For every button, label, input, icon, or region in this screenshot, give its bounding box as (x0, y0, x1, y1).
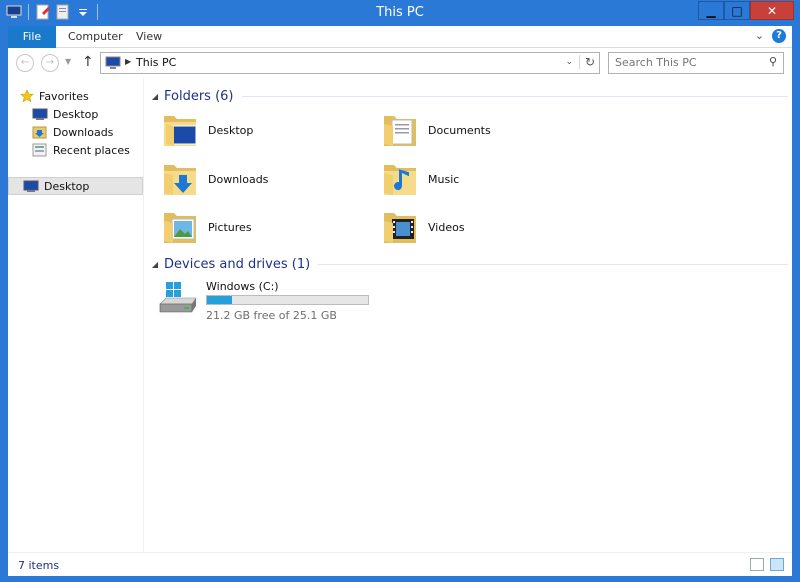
sidebar-item-label: Favorites (39, 89, 89, 103)
content-area: Favorites Desktop Downloads Recent place… (8, 78, 792, 552)
sidebar-item-label: Downloads (53, 125, 114, 139)
refresh-icon[interactable]: ↻ (578, 55, 595, 69)
arrow-right-icon: → (45, 57, 55, 68)
downloads-folder-icon (164, 165, 196, 195)
drives-group-header[interactable]: ◢ Devices and drives (1) (148, 255, 788, 273)
collapse-caret-icon[interactable]: ◢ (148, 260, 162, 269)
folder-label: Desktop (208, 123, 254, 137)
sidebar-item-downloads[interactable]: Downloads (32, 123, 113, 141)
recent-places-icon (32, 143, 47, 157)
folder-downloads[interactable]: Downloads (160, 157, 360, 201)
status-bar: 7 items (8, 552, 792, 576)
sidebar-item-label: Desktop (44, 179, 90, 193)
view-switcher (750, 558, 784, 571)
drive-name: Windows (C:) (206, 280, 279, 293)
drive-usage-fill (207, 296, 232, 304)
search-icon[interactable]: ⚲ (769, 55, 777, 68)
tab-view[interactable]: View (124, 26, 174, 48)
navigation-bar: ← → ▼ ↑ ▶ This PC ⌄ ↻ ⚲ (8, 48, 792, 78)
group-divider (318, 263, 788, 265)
folder-pictures[interactable]: Pictures (160, 205, 360, 249)
hard-drive-icon (159, 282, 197, 313)
forward-button[interactable]: → (41, 54, 59, 72)
pictures-folder-icon (164, 213, 196, 243)
drive-usage-bar (206, 295, 369, 305)
close-button[interactable]: ✕ (750, 1, 794, 20)
arrow-left-icon: ← (20, 57, 30, 68)
tab-file[interactable]: File (8, 26, 56, 48)
recent-locations-button[interactable]: ▼ (65, 57, 71, 66)
ribbon-right-controls: ⌄ ? (755, 29, 786, 43)
sidebar-item-recent-places[interactable]: Recent places (32, 141, 130, 159)
navigation-pane: Favorites Desktop Downloads Recent place… (8, 78, 144, 552)
folders-group-header[interactable]: ◢ Folders (6) (148, 87, 788, 105)
minimize-button[interactable]: ▁ (698, 1, 724, 20)
arrow-up-icon: ↑ (82, 54, 94, 70)
minimize-icon: ▁ (706, 3, 716, 18)
group-label: Folders (6) (164, 88, 234, 104)
folder-label: Videos (428, 220, 465, 234)
sidebar-item-label: Recent places (53, 143, 130, 157)
sidebar-item-desktop[interactable]: Desktop (32, 105, 98, 123)
chevron-down-icon[interactable]: ⌄ (755, 29, 764, 43)
search-box[interactable]: ⚲ (608, 52, 784, 74)
folder-documents[interactable]: Documents (380, 108, 580, 152)
desktop-icon (32, 108, 48, 120)
drive-free-space: 21.2 GB free of 25.1 GB (206, 309, 337, 322)
search-input[interactable] (615, 56, 765, 69)
maximize-button[interactable]: □ (724, 1, 750, 20)
star-icon (20, 89, 34, 103)
details-view-icon[interactable] (750, 558, 764, 571)
drive-windows-c[interactable]: Windows (C:) 21.2 GB free of 25.1 GB (158, 280, 378, 322)
close-icon: ✕ (766, 3, 778, 18)
address-bar[interactable]: ▶ This PC ⌄ ↻ (100, 52, 600, 74)
explorer-window: This PC ▁ □ ✕ File Computer View ⌄ ? ← →… (0, 0, 800, 582)
music-folder-icon (384, 165, 416, 195)
window-controls: ▁ □ ✕ (698, 1, 794, 20)
folder-label: Music (428, 172, 460, 186)
up-button[interactable]: ↑ (82, 54, 94, 70)
maximize-icon: □ (731, 3, 743, 18)
group-label: Devices and drives (1) (164, 256, 311, 272)
documents-folder-icon (384, 116, 416, 146)
ribbon: File Computer View ⌄ ? (8, 26, 792, 48)
downloads-icon (32, 126, 47, 139)
folder-label: Downloads (208, 172, 269, 186)
group-divider (241, 95, 788, 97)
desktop-folder-icon (164, 116, 197, 146)
main-pane: ◢ Folders (6) Desktop Documents Download… (148, 78, 792, 552)
large-icons-view-icon[interactable] (770, 558, 784, 571)
sidebar-item-favorites[interactable]: Favorites (20, 87, 89, 105)
folder-music[interactable]: Music (380, 157, 580, 201)
item-count: 7 items (18, 559, 60, 572)
window-title: This PC (376, 5, 424, 20)
back-button[interactable]: ← (16, 54, 34, 72)
tab-computer[interactable]: Computer (56, 26, 135, 48)
sidebar-item-desktop-root[interactable]: Desktop (8, 177, 143, 195)
folder-label: Pictures (208, 220, 252, 234)
address-dropdown-icon[interactable]: ⌄ (565, 57, 573, 67)
breadcrumb-separator-icon[interactable]: ▶ (125, 57, 131, 66)
collapse-caret-icon[interactable]: ◢ (148, 92, 162, 101)
folder-videos[interactable]: Videos (380, 205, 580, 249)
folder-desktop[interactable]: Desktop (160, 108, 360, 152)
folder-label: Documents (428, 123, 491, 137)
breadcrumb-this-pc[interactable]: This PC (136, 56, 176, 69)
videos-folder-icon (384, 213, 416, 243)
title-bar[interactable]: This PC ▁ □ ✕ (0, 0, 800, 26)
sidebar-item-label: Desktop (53, 107, 99, 121)
this-pc-icon (105, 56, 121, 73)
desktop-icon (23, 180, 39, 192)
help-icon[interactable]: ? (772, 29, 786, 43)
